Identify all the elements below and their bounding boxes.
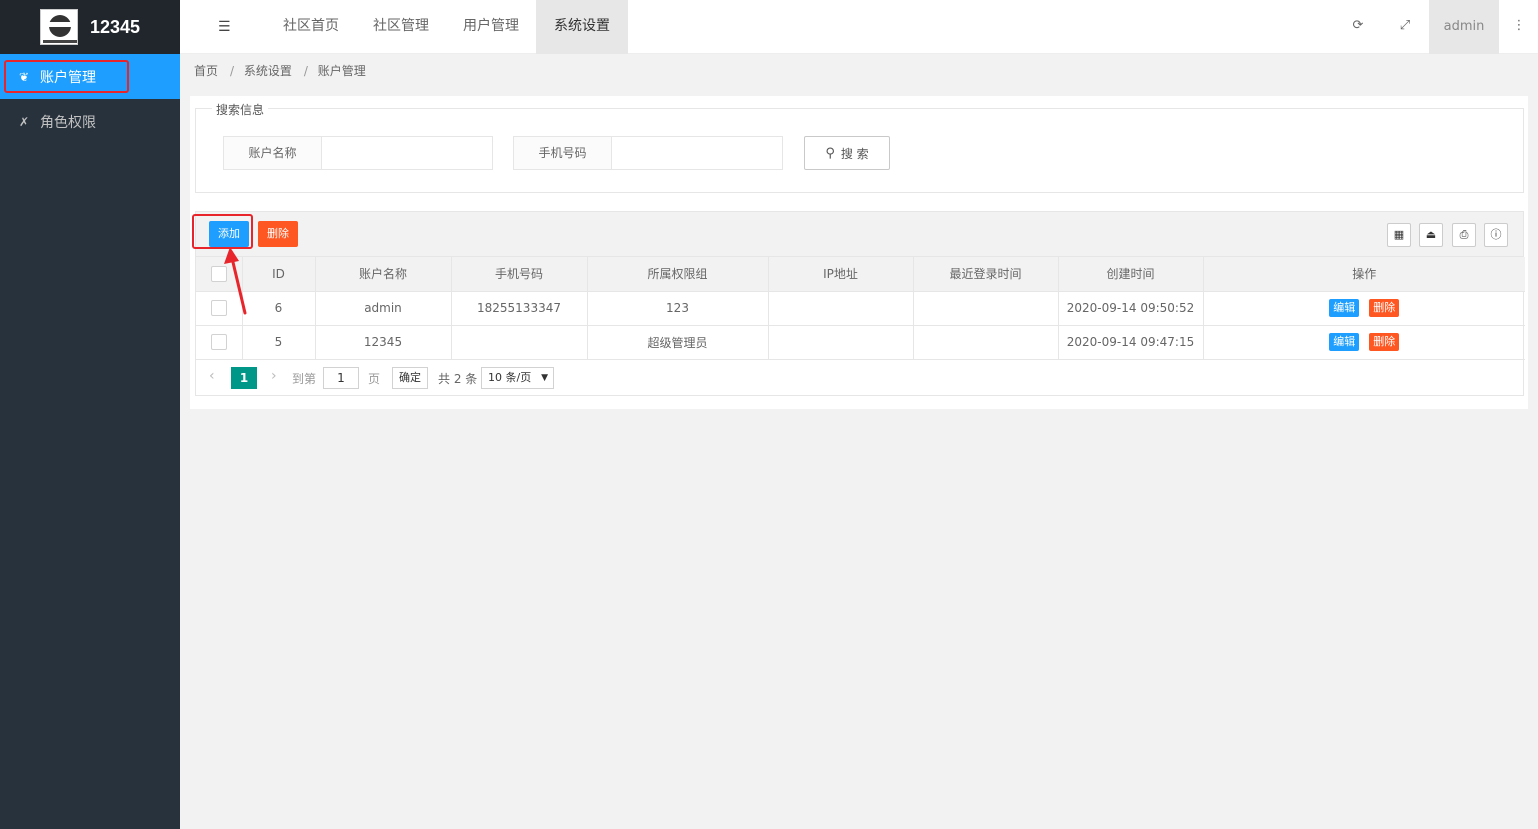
refresh-icon[interactable]: ⟳ — [1349, 17, 1367, 35]
content-card: 搜索信息 账户名称 手机号码 ⚲ 搜 索 添加 删除 ▦ ⏏ ⎙ ⓘ ID 账户… — [190, 96, 1528, 409]
tab-system-settings[interactable]: 系统设置 — [536, 0, 628, 54]
columns-icon[interactable]: ▦ — [1387, 223, 1411, 247]
breadcrumb-system-settings[interactable]: 系统设置 — [244, 64, 292, 78]
row-checkbox[interactable] — [210, 334, 227, 350]
phone-input[interactable] — [612, 137, 782, 169]
cell-name: 12345 — [315, 325, 452, 360]
column-header: 操作 — [1203, 257, 1525, 292]
fullscreen-icon[interactable]: ⤢ — [1396, 17, 1414, 35]
sidebar-item-role-permissions[interactable]: ✗ 角色权限 — [0, 99, 180, 144]
cell-id: 6 — [242, 291, 316, 326]
prev-page-icon[interactable]: ‹ — [209, 368, 215, 384]
search-button[interactable]: ⚲ 搜 索 — [804, 136, 890, 170]
cell-group: 超级管理员 — [587, 325, 769, 360]
account-name-field: 账户名称 — [223, 136, 493, 170]
delete-button[interactable]: 删除 — [258, 221, 298, 247]
info-icon[interactable]: ⓘ — [1484, 223, 1508, 247]
breadcrumb-home[interactable]: 首页 — [194, 64, 218, 78]
print-icon[interactable]: ⎙ — [1452, 223, 1476, 247]
row-delete-button[interactable]: 删除 — [1369, 299, 1400, 317]
account-table: ID 账户名称 手机号码 所属权限组 IP地址 最近登录时间 创建时间 操作 6… — [196, 257, 1525, 360]
account-name-label: 账户名称 — [224, 137, 322, 169]
cell-created: 2020-09-14 09:50:52 — [1058, 291, 1204, 326]
column-header[interactable]: 最近登录时间 — [913, 257, 1059, 292]
search-legend: 搜索信息 — [212, 101, 269, 118]
logo-image — [40, 9, 78, 45]
tab-user-management[interactable]: 用户管理 — [445, 0, 537, 54]
cell-phone: 18255133347 — [451, 291, 588, 326]
cell-id: 5 — [242, 325, 316, 360]
cell-created: 2020-09-14 09:47:15 — [1058, 325, 1204, 360]
search-icon: ⚲ — [825, 145, 835, 161]
highlight-box-sidebar — [4, 60, 129, 93]
table-toolbar: 添加 删除 ▦ ⏏ ⎙ ⓘ — [196, 212, 1523, 257]
annotation-arrow — [224, 247, 247, 315]
tab-community-management[interactable]: 社区管理 — [355, 0, 447, 54]
cell-name: admin — [315, 291, 452, 326]
goto-label: 到第 — [292, 371, 317, 386]
cell-ip — [768, 291, 914, 326]
cell-last-login — [913, 291, 1059, 326]
per-page-select[interactable]: 10 条/页 ▼ — [481, 366, 554, 389]
cell-group: 123 — [587, 291, 769, 326]
row-delete-button[interactable]: 删除 — [1369, 333, 1400, 351]
x-icon: ✗ — [18, 114, 30, 129]
table-row[interactable]: 6 admin 18255133347 123 2020-09-14 09:50… — [196, 291, 1525, 326]
per-page-value: 10 条/页 — [488, 370, 532, 384]
column-header[interactable]: 手机号码 — [451, 257, 588, 292]
table-row[interactable]: 5 12345 超级管理员 2020-09-14 09:47:15 编辑 删除 — [196, 325, 1525, 360]
breadcrumb-current: 账户管理 — [317, 64, 366, 78]
goto-confirm-button[interactable]: 确定 — [392, 366, 428, 389]
cell-actions: 编辑 删除 — [1203, 291, 1525, 326]
app-name: 12345 — [90, 16, 141, 37]
table-header-row: ID 账户名称 手机号码 所属权限组 IP地址 最近登录时间 创建时间 操作 — [196, 257, 1525, 292]
more-vertical-icon[interactable]: ⋮ — [1510, 17, 1528, 35]
tab-community-home[interactable]: 社区首页 — [265, 0, 357, 54]
column-header[interactable]: ID — [242, 257, 316, 292]
menu-toggle-icon[interactable]: ☰ — [218, 18, 232, 36]
chevron-down-icon: ▼ — [541, 372, 548, 383]
cell-actions: 编辑 删除 — [1203, 325, 1525, 360]
user-menu[interactable]: admin — [1429, 0, 1499, 54]
account-name-input[interactable] — [322, 137, 492, 169]
sidebar-item-label: 角色权限 — [40, 114, 96, 131]
pagination: ‹ 1 › 到第 1 页 确定 共 2 条 10 条/页 ▼ — [196, 360, 1523, 396]
goto-page-input[interactable]: 1 — [323, 366, 359, 389]
export-icon[interactable]: ⏏ — [1419, 223, 1443, 247]
phone-field: 手机号码 — [513, 136, 783, 170]
total-count: 共 2 条 — [438, 371, 478, 386]
edit-button[interactable]: 编辑 — [1329, 333, 1360, 351]
breadcrumb: 首页 / 系统设置 / 账户管理 — [194, 64, 366, 78]
edit-button[interactable]: 编辑 — [1329, 299, 1360, 317]
cell-ip — [768, 325, 914, 360]
logo-area[interactable]: 12345 — [0, 0, 180, 54]
top-header: ☰ 社区首页 社区管理 用户管理 系统设置 ⟳ ⤢ admin ⋮ — [180, 0, 1538, 54]
column-header[interactable]: 创建时间 — [1058, 257, 1204, 292]
sidebar: 12345 ❦ 账户管理 ✗ 角色权限 — [0, 0, 180, 829]
cell-phone — [451, 325, 588, 360]
search-button-label: 搜 索 — [840, 146, 869, 161]
column-header[interactable]: 所属权限组 — [587, 257, 769, 292]
next-page-icon[interactable]: › — [271, 368, 277, 384]
search-fieldset: 搜索信息 账户名称 手机号码 ⚲ 搜 索 — [195, 101, 1524, 193]
phone-label: 手机号码 — [514, 137, 612, 169]
column-header[interactable]: 账户名称 — [315, 257, 452, 292]
cell-last-login — [913, 325, 1059, 360]
page-unit-label: 页 — [368, 371, 381, 386]
current-page[interactable]: 1 — [231, 366, 257, 389]
column-header[interactable]: IP地址 — [768, 257, 914, 292]
data-table-container: 添加 删除 ▦ ⏏ ⎙ ⓘ ID 账户名称 手机号码 所属权限组 IP地址 最近… — [195, 211, 1525, 396]
